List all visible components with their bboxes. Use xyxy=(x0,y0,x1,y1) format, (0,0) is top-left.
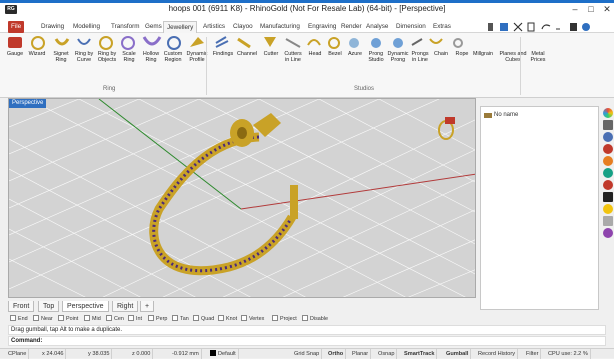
tab-render[interactable]: Render xyxy=(338,21,365,33)
tab-jewellery[interactable]: Jewellery xyxy=(163,21,198,33)
scale-ring-button[interactable]: Scale Ring xyxy=(118,51,140,63)
light-icon[interactable] xyxy=(603,204,613,214)
tab-right[interactable]: Right xyxy=(112,301,139,312)
prong-studio-button[interactable]: Prong Studio xyxy=(365,51,387,63)
tab-modelling[interactable]: Modelling xyxy=(70,21,103,33)
viewport-title-tab[interactable]: Perspective xyxy=(9,99,47,108)
osnap-knot[interactable]: Knot xyxy=(218,315,237,322)
rope-button[interactable]: Rope xyxy=(451,51,473,57)
dynamic-profile-button[interactable]: Dynamic Profile xyxy=(186,51,208,63)
osnap-bar: End Near Point Mid Cen Int Perp Tan Quad… xyxy=(0,313,614,324)
viewport-tabs: Front Top Perspective Right + xyxy=(8,300,476,312)
tab-artistics[interactable]: Artistics xyxy=(200,21,228,33)
ring-group-label: Ring xyxy=(103,86,116,92)
group-separator xyxy=(520,37,521,95)
tab-perspective[interactable]: Perspective xyxy=(62,301,109,312)
render-icon[interactable] xyxy=(603,156,613,166)
tab-gems[interactable]: Gems xyxy=(142,21,165,33)
tab-front[interactable]: Front xyxy=(8,301,35,312)
add-viewport-tab[interactable]: + xyxy=(140,301,155,312)
osnap-tan[interactable]: Tan xyxy=(172,315,189,322)
prongs-in-line-button[interactable]: Prongs in Line xyxy=(409,51,431,63)
metal-prices-button[interactable]: Metal Prices xyxy=(527,51,549,63)
osnap-disable[interactable]: Disable xyxy=(302,315,328,322)
close-icon[interactable]: ✕ xyxy=(600,3,614,15)
bezel-button[interactable]: Bezel xyxy=(324,51,346,57)
channel-button[interactable]: Channel xyxy=(236,51,258,57)
signet-ring-button[interactable]: Signet Ring xyxy=(50,51,72,63)
layer-name[interactable]: No name xyxy=(494,112,518,118)
display-icon[interactable] xyxy=(603,120,613,130)
osnap-project[interactable]: Project xyxy=(272,315,297,322)
millgrain-button[interactable]: Millgrain xyxy=(472,51,494,57)
quick-access-toolbar[interactable] xyxy=(486,21,606,33)
cutter-button[interactable]: Cutter xyxy=(260,51,282,57)
osnap-vertex[interactable]: Vertex xyxy=(241,315,264,322)
settings-icon[interactable] xyxy=(603,180,613,190)
custom-region-button[interactable]: Custom Region xyxy=(162,51,184,63)
environment-icon[interactable] xyxy=(603,168,613,178)
maximize-icon[interactable]: □ xyxy=(584,3,598,15)
layer-color-icon xyxy=(210,350,216,356)
cutters-in-line-button[interactable]: Cutters in Line xyxy=(282,51,304,63)
layers-panel[interactable] xyxy=(480,106,599,310)
minimize-icon[interactable]: – xyxy=(568,3,582,15)
rg-icon[interactable] xyxy=(603,192,613,202)
tab-clayoo[interactable]: Clayoo xyxy=(230,21,256,33)
osnap-point[interactable]: Point xyxy=(58,315,78,322)
studios-group-label: Studios xyxy=(354,86,375,92)
tab-top[interactable]: Top xyxy=(38,301,60,312)
gauge-button[interactable]: Gauge xyxy=(4,51,26,57)
document-icon[interactable] xyxy=(603,216,613,226)
gem-icon[interactable] xyxy=(603,144,613,154)
tab-file[interactable]: File xyxy=(8,21,25,33)
layer-color-swatch[interactable] xyxy=(484,113,492,118)
dynamic-prong-button[interactable]: Dynamic Prong xyxy=(387,51,409,63)
head-button[interactable]: Head xyxy=(304,51,326,57)
tab-manufacturing[interactable]: Manufacturing xyxy=(257,21,303,33)
perspective-viewport[interactable] xyxy=(8,98,476,298)
osnap-cen[interactable]: Cen xyxy=(106,315,124,322)
command-prompt[interactable]: Command: xyxy=(8,336,606,346)
viewport-scene xyxy=(9,99,475,297)
group-separator xyxy=(206,37,207,95)
color-wheel-icon[interactable] xyxy=(603,108,613,118)
osnap-end[interactable]: End xyxy=(10,315,28,322)
ribbon-panel: Gauge Wizard Signet Ring Ring by Curve R… xyxy=(0,33,614,98)
tab-engraving[interactable]: Engraving xyxy=(305,21,339,33)
osnap-int[interactable]: Int xyxy=(128,315,142,322)
osnap-perp[interactable]: Perp xyxy=(148,315,167,322)
command-history: Drag gumball, tap Alt to make a duplicat… xyxy=(8,325,606,335)
azure-button[interactable]: Azure xyxy=(344,51,366,57)
tab-analyse[interactable]: Analyse xyxy=(363,21,391,33)
tab-dimension[interactable]: Dimension xyxy=(393,21,429,33)
hollow-ring-button[interactable]: Hollow Ring xyxy=(140,51,162,63)
status-bar: CPlane x 24.046 y 38.035 z 0.000 -0.912 … xyxy=(0,348,614,359)
tab-transform[interactable]: Transform xyxy=(108,21,142,33)
chain-button[interactable]: Chain xyxy=(430,51,452,57)
osnap-mid[interactable]: Mid xyxy=(84,315,101,322)
ring-by-curve-button[interactable]: Ring by Curve xyxy=(73,51,95,63)
osnap-quad[interactable]: Quad xyxy=(193,315,214,322)
material-icon[interactable] xyxy=(603,132,613,142)
ribbon-tab-bar: File Drawing Modelling Transform Gems Je… xyxy=(0,20,614,33)
tab-extras[interactable]: Extras xyxy=(430,21,454,33)
ring-by-objects-button[interactable]: Ring by Objects xyxy=(96,51,118,63)
tab-drawing[interactable]: Drawing xyxy=(38,21,67,33)
planes-and-cubes-button[interactable]: Planes and Cubes xyxy=(497,51,529,63)
osnap-near[interactable]: Near xyxy=(33,315,53,322)
window-title: hoops 001 (6911 K8) - RhinoGold (Not For… xyxy=(168,4,446,13)
findings-button[interactable]: Findings xyxy=(212,51,234,57)
wizard-button[interactable]: Wizard xyxy=(26,51,48,57)
measure-icon[interactable] xyxy=(603,228,613,238)
